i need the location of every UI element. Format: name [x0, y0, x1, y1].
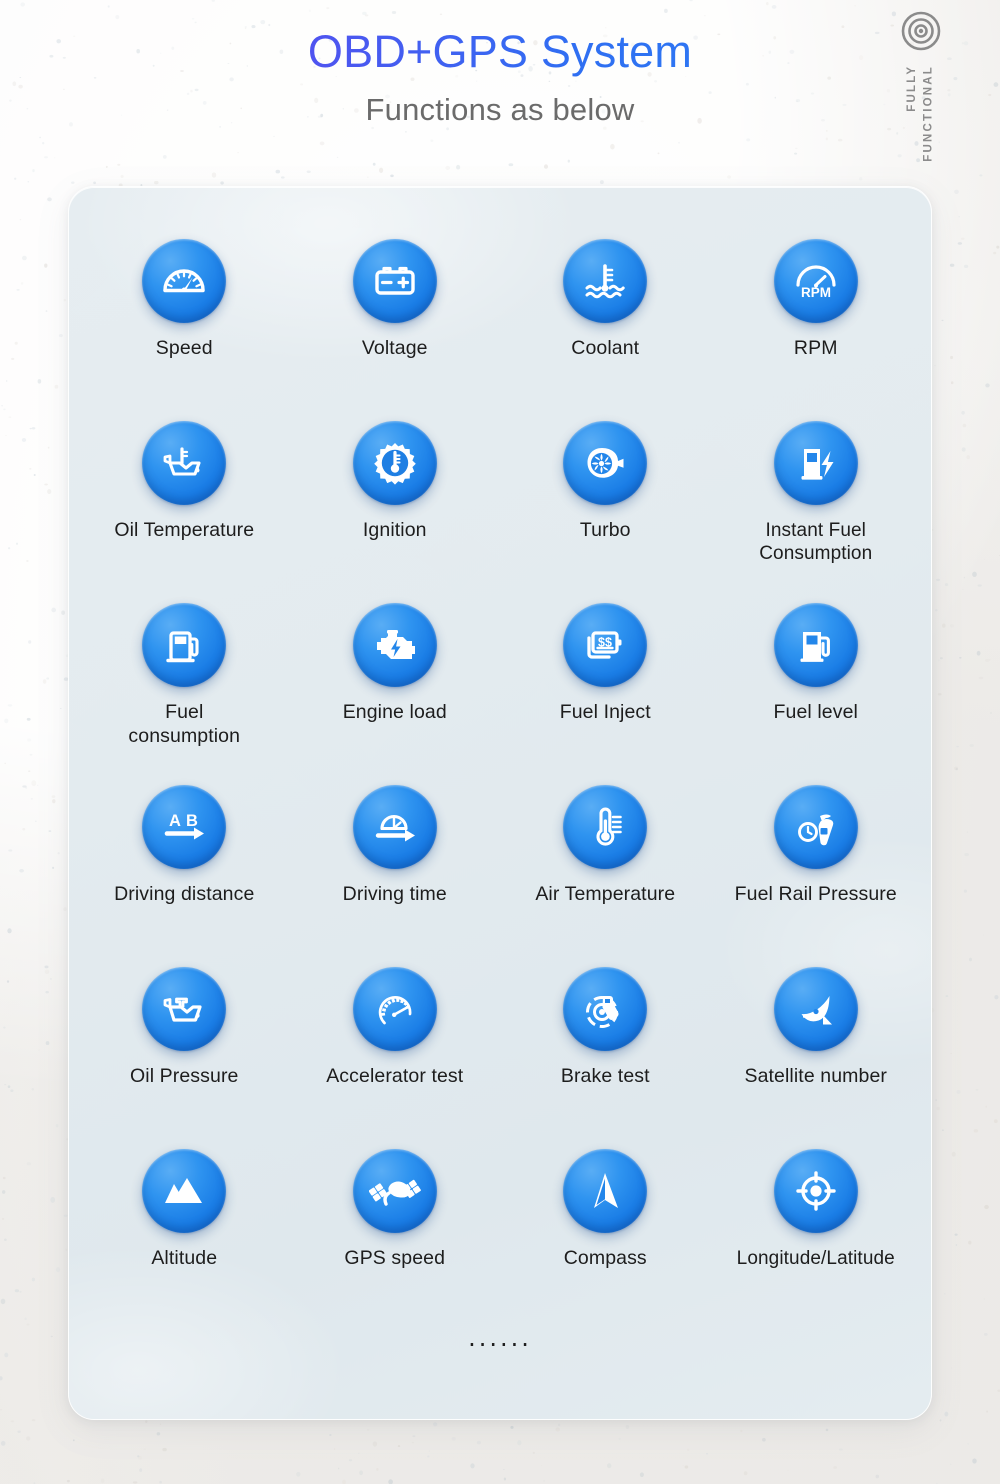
mountains-icon [142, 1149, 226, 1233]
functions-panel: Speed Voltage [68, 186, 932, 1420]
turbocharger-icon [563, 421, 647, 505]
page-subtitle: Functions as below [0, 92, 1000, 128]
function-item-satellite-number[interactable]: Satellite number [711, 967, 922, 1141]
fuel-pump-icon [142, 603, 226, 687]
coolant-thermometer-icon [563, 239, 647, 323]
svg-text:A: A [169, 812, 181, 830]
function-label: Engine load [343, 701, 447, 725]
function-item-brake-test[interactable]: Brake test [500, 967, 711, 1141]
speedometer-icon [142, 239, 226, 323]
battery-icon [353, 239, 437, 323]
crosshair-target-icon [774, 1149, 858, 1233]
function-label: Turbo [580, 519, 631, 543]
function-label: Speed [156, 337, 213, 361]
function-item-air-temperature[interactable]: Air Temperature [500, 785, 711, 959]
oil-can-thermometer-icon [142, 421, 226, 505]
function-label: RPM [794, 337, 838, 361]
function-label: Driving distance [114, 883, 254, 907]
function-item-longitude-latitude[interactable]: Longitude/Latitude [711, 1149, 922, 1323]
function-label: Air Temperature [535, 883, 675, 907]
function-item-fuel-inject[interactable]: $$ Fuel Inject [500, 603, 711, 777]
svg-text:B: B [186, 812, 198, 830]
function-label: Driving time [343, 883, 447, 907]
function-item-altitude[interactable]: Altitude [79, 1149, 290, 1323]
function-label: Oil Temperature [114, 519, 254, 543]
function-item-engine-load[interactable]: Engine load [290, 603, 501, 777]
function-label: Fuel Rail Pressure [735, 883, 897, 907]
fuel-injector-icon: $$ [563, 603, 647, 687]
engine-bolt-icon [353, 603, 437, 687]
function-label: Oil Pressure [130, 1065, 238, 1089]
function-label: Instant Fuel Consumption [711, 519, 922, 566]
more-functions-ellipsis: ······ [69, 1331, 931, 1359]
function-label: GPS speed [344, 1247, 445, 1271]
thermometer-scale-icon [563, 785, 647, 869]
function-item-fuel-rail-pressure[interactable]: Fuel Rail Pressure [711, 785, 922, 959]
gear-thermometer-icon [353, 421, 437, 505]
target-bullseye-icon [900, 10, 942, 57]
page-header: OBD+GPS System Functions as below [0, 0, 1000, 128]
fully-functional-badge: FULLY FUNCTIONAL [900, 10, 942, 162]
function-label: Satellite number [744, 1065, 887, 1089]
function-label: Fuel Inject [560, 701, 651, 725]
function-item-instant-fuel-consumption[interactable]: Instant Fuel Consumption [711, 421, 922, 595]
function-item-compass[interactable]: Compass [500, 1149, 711, 1323]
fuel-nozzle-gauge-icon [774, 785, 858, 869]
fuel-pump-bolt-icon [774, 421, 858, 505]
function-item-coolant[interactable]: Coolant [500, 239, 711, 413]
function-label: Altitude [151, 1247, 217, 1271]
function-label: Ignition [363, 519, 427, 543]
function-item-accelerator-test[interactable]: Accelerator test [290, 967, 501, 1141]
function-item-rpm[interactable]: RPM RPM [711, 239, 922, 413]
function-label: Coolant [571, 337, 639, 361]
brake-disc-icon [563, 967, 647, 1051]
fuel-level-pump-icon [774, 603, 858, 687]
function-item-voltage[interactable]: Voltage [290, 239, 501, 413]
functions-grid: Speed Voltage [69, 187, 931, 1323]
gauge-arrow-icon [353, 785, 437, 869]
function-label: Brake test [561, 1065, 650, 1089]
function-item-oil-pressure[interactable]: Oil Pressure [79, 967, 290, 1141]
compass-arrow-icon [563, 1149, 647, 1233]
function-item-turbo[interactable]: Turbo [500, 421, 711, 595]
svg-text:RPM: RPM [801, 285, 831, 300]
function-label: Longitude/Latitude [737, 1247, 895, 1270]
function-item-driving-distance[interactable]: A B Driving distance [79, 785, 290, 959]
function-item-ignition[interactable]: Ignition [290, 421, 501, 595]
function-item-speed[interactable]: Speed [79, 239, 290, 413]
badge-label: FULLY FUNCTIONAL [904, 65, 937, 162]
function-item-fuel-consumption[interactable]: Fuel consumption [79, 603, 290, 777]
function-label: Fuel level [774, 701, 858, 725]
function-item-fuel-level[interactable]: Fuel level [711, 603, 922, 777]
satellite-icon [353, 1149, 437, 1233]
oil-can-icon [142, 967, 226, 1051]
function-label: Accelerator test [326, 1065, 463, 1089]
function-item-driving-time[interactable]: Driving time [290, 785, 501, 959]
rpm-gauge-icon: RPM [774, 239, 858, 323]
function-label: Compass [564, 1247, 647, 1271]
satellite-dish-icon [774, 967, 858, 1051]
function-item-gps-speed[interactable]: GPS speed [290, 1149, 501, 1323]
a-to-b-arrow-icon: A B [142, 785, 226, 869]
function-label: Voltage [362, 337, 428, 361]
page-title: OBD+GPS System [0, 26, 1000, 78]
function-label: Fuel consumption [128, 701, 240, 749]
tick-gauge-icon [353, 967, 437, 1051]
function-item-oil-temperature[interactable]: Oil Temperature [79, 421, 290, 595]
